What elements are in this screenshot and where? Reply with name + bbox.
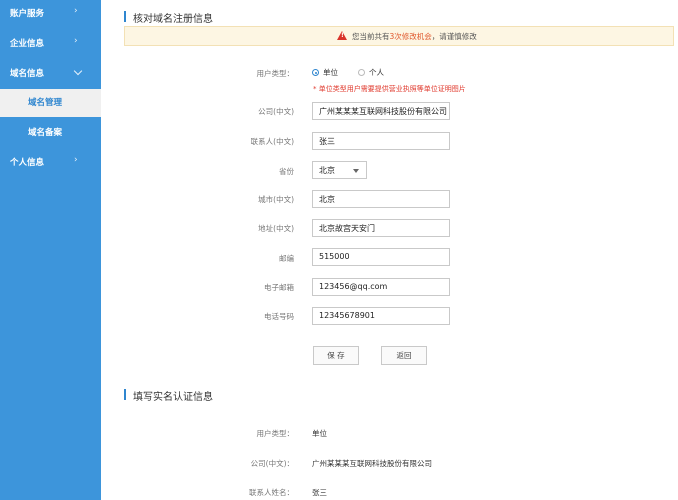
email-label: 电子邮箱 [264, 283, 294, 292]
section-title-text: 填写实名认证信息 [133, 392, 213, 403]
chevron-right-icon: › [74, 36, 78, 46]
warning-message: 您当前共有3次修改机会，请谨慎修改 [352, 32, 477, 41]
phone-value: 12345678901 [319, 311, 375, 320]
user-type-note: * 单位类型用户需要提供营业执照等单位证明图片 [313, 85, 466, 93]
sidebar-item-label: 域名管理 [28, 98, 63, 108]
province-label: 省份 [279, 167, 294, 176]
sidebar-item-label: 域名信息 [10, 69, 45, 79]
chevron-down-icon [73, 66, 83, 76]
radio-label: 单位 [323, 68, 338, 77]
sidebar: 账户服务 › 企业信息 › 域名信息 域名管理 域名备案 个人信息 › [0, 0, 101, 500]
sidebar-item-enterprise-info[interactable]: 企业信息 › [0, 30, 101, 58]
postcode-value: 515000 [319, 252, 350, 261]
warning-highlight: 3次修改机会 [389, 32, 432, 41]
realname-contact-label: 联系人姓名： [249, 488, 294, 497]
save-button[interactable]: 保 存 [313, 346, 359, 365]
sidebar-item-domain-info[interactable]: 域名信息 [0, 60, 101, 88]
sidebar-item-label: 企业信息 [10, 39, 45, 49]
warning-icon [337, 31, 347, 40]
contact-label: 联系人(中文) [250, 137, 294, 146]
phone-input[interactable]: 12345678901 [312, 307, 450, 325]
address-value: 北京故宫天安门 [319, 224, 375, 233]
realname-company-label: 公司(中文)： [250, 459, 294, 468]
realname-user-type-value: 单位 [312, 429, 327, 438]
realname-company-value: 广州某某某互联网科技股份有限公司 [312, 459, 432, 468]
user-type-label: 用户类型： [256, 69, 295, 78]
sidebar-item-personal-info[interactable]: 个人信息 › [0, 149, 101, 177]
postcode-label: 邮编 [279, 254, 294, 263]
sidebar-item-account-service[interactable]: 账户服务 › [0, 0, 101, 28]
sidebar-item-domain-management[interactable]: 域名管理 [0, 89, 101, 117]
section-title-text: 核对域名注册信息 [133, 14, 213, 25]
city-input[interactable]: 北京 [312, 190, 450, 208]
caret-down-icon [353, 169, 359, 173]
province-value: 北京 [319, 166, 335, 175]
chevron-right-icon: › [74, 155, 78, 165]
contact-value: 张三 [319, 137, 335, 146]
sidebar-item-label: 个人信息 [10, 158, 45, 168]
realname-user-type-label: 用户类型： [256, 429, 295, 438]
postcode-input[interactable]: 515000 [312, 248, 450, 266]
radio-label: 个人 [369, 68, 384, 77]
warning-banner: 您当前共有3次修改机会，请谨慎修改 [124, 26, 674, 46]
section-title-bar [124, 11, 126, 22]
province-select[interactable]: 北京 [312, 161, 367, 179]
sidebar-item-domain-filing[interactable]: 域名备案 [0, 119, 101, 147]
company-label: 公司(中文) [258, 107, 294, 116]
sidebar-item-label: 账户服务 [10, 9, 45, 19]
company-input[interactable]: 广州某某某互联网科技股份有限公司 [312, 102, 450, 120]
address-input[interactable]: 北京故宫天安门 [312, 219, 450, 237]
page: 账户服务 › 企业信息 › 域名信息 域名管理 域名备案 个人信息 › 核对域名… [0, 0, 678, 500]
sidebar-item-label: 域名备案 [28, 128, 63, 138]
city-value: 北京 [319, 195, 335, 204]
email-value: 123456@qq.com [319, 282, 388, 291]
chevron-right-icon: › [74, 6, 78, 16]
email-input[interactable]: 123456@qq.com [312, 278, 450, 296]
radio-unchecked-icon [358, 69, 365, 76]
radio-checked-icon [312, 69, 319, 76]
phone-label: 电话号码 [264, 312, 294, 321]
company-value: 广州某某某互联网科技股份有限公司 [319, 107, 447, 116]
realname-contact-value: 张三 [312, 488, 327, 497]
city-label: 城市(中文) [258, 195, 294, 204]
address-label: 地址(中文) [258, 224, 294, 233]
contact-input[interactable]: 张三 [312, 132, 450, 150]
section-title-bar [124, 389, 126, 400]
back-button[interactable]: 返回 [381, 346, 427, 365]
